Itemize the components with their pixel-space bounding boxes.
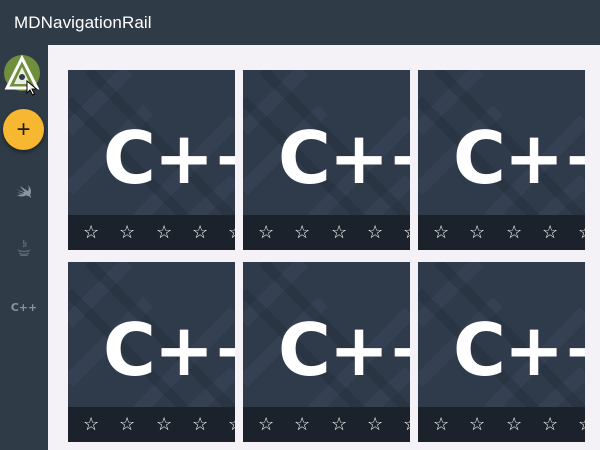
- card-logo-text: C++: [103, 116, 235, 200]
- star-icon[interactable]: ☆: [469, 222, 485, 242]
- card-logo-text: C++: [453, 308, 585, 392]
- star-icon[interactable]: ☆: [506, 414, 522, 434]
- rail-item-swift[interactable]: [10, 179, 38, 207]
- star-icon[interactable]: ☆: [331, 222, 347, 242]
- java-icon: [16, 239, 32, 262]
- star-icon[interactable]: ☆: [228, 414, 235, 434]
- swift-icon: [15, 183, 33, 204]
- app-title: MDNavigationRail: [14, 12, 152, 32]
- star-icon[interactable]: ☆: [403, 222, 410, 242]
- mouse-cursor-icon: [26, 79, 38, 96]
- add-fab-button[interactable]: +: [3, 109, 44, 150]
- cpp-card[interactable]: C++ ☆ ☆ ☆ ☆ ☆: [68, 262, 235, 442]
- rating-bar: ☆ ☆ ☆ ☆ ☆: [418, 407, 585, 442]
- content-area: C++☆☆☆☆☆C++☆☆☆☆☆C++☆☆☆☆☆C++☆☆☆☆☆C++☆☆☆☆☆…: [48, 45, 600, 450]
- star-icon[interactable]: ☆: [156, 414, 172, 434]
- card-logo-text: C++: [453, 116, 585, 200]
- rating-bar: ☆ ☆ ☆ ☆ ☆: [243, 407, 410, 442]
- star-icon[interactable]: ☆: [192, 414, 208, 434]
- card-logo-text: C++: [278, 116, 410, 200]
- star-icon[interactable]: ☆: [433, 222, 449, 242]
- rating-bar: ☆ ☆ ☆ ☆ ☆: [68, 215, 235, 250]
- star-icon[interactable]: ☆: [228, 222, 235, 242]
- cpp-icon: C++: [10, 300, 38, 314]
- rating-bar: ☆ ☆ ☆ ☆ ☆: [68, 407, 235, 442]
- card-logo: C++: [453, 122, 585, 194]
- star-icon[interactable]: ☆: [506, 222, 522, 242]
- star-icon[interactable]: ☆: [156, 222, 172, 242]
- star-icon[interactable]: ☆: [542, 222, 558, 242]
- star-icon[interactable]: ☆: [258, 222, 274, 242]
- star-icon[interactable]: ☆: [192, 222, 208, 242]
- cpp-card[interactable]: C++ ☆ ☆ ☆ ☆ ☆: [68, 70, 235, 250]
- star-icon[interactable]: ☆: [294, 414, 310, 434]
- card-logo: C++: [103, 122, 235, 194]
- card-logo: C++: [278, 314, 410, 386]
- card-logo: C++: [103, 314, 235, 386]
- star-icon[interactable]: ☆: [119, 414, 135, 434]
- card-logo-text: C++: [103, 308, 235, 392]
- cpp-card[interactable]: C++ ☆ ☆ ☆ ☆ ☆: [418, 70, 585, 250]
- star-icon[interactable]: ☆: [578, 222, 585, 242]
- navigation-rail: + C++: [0, 45, 48, 450]
- star-icon[interactable]: ☆: [469, 414, 485, 434]
- card-logo: C++: [453, 314, 585, 386]
- cpp-card[interactable]: C++ ☆ ☆ ☆ ☆ ☆: [243, 70, 410, 250]
- cpp-card[interactable]: C++ ☆ ☆ ☆ ☆ ☆: [243, 262, 410, 442]
- rating-bar: ☆ ☆ ☆ ☆ ☆: [243, 215, 410, 250]
- star-icon[interactable]: ☆: [83, 222, 99, 242]
- star-icon[interactable]: ☆: [367, 222, 383, 242]
- plus-icon: +: [16, 115, 31, 143]
- cpp-card[interactable]: C++ ☆ ☆ ☆ ☆ ☆: [418, 262, 585, 442]
- star-icon[interactable]: ☆: [83, 414, 99, 434]
- star-icon[interactable]: ☆: [258, 414, 274, 434]
- rating-bar: ☆ ☆ ☆ ☆ ☆: [418, 215, 585, 250]
- rail-item-java[interactable]: [10, 236, 38, 264]
- star-icon[interactable]: ☆: [542, 414, 558, 434]
- star-icon[interactable]: ☆: [119, 222, 135, 242]
- star-icon[interactable]: ☆: [403, 414, 410, 434]
- star-icon[interactable]: ☆: [578, 414, 585, 434]
- star-icon[interactable]: ☆: [331, 414, 347, 434]
- star-icon[interactable]: ☆: [294, 222, 310, 242]
- rail-item-cpp[interactable]: C++: [10, 293, 38, 321]
- toolbar: MDNavigationRail: [0, 0, 600, 45]
- card-logo-text: C++: [278, 308, 410, 392]
- star-icon[interactable]: ☆: [433, 414, 449, 434]
- card-logo: C++: [278, 122, 410, 194]
- star-icon[interactable]: ☆: [367, 414, 383, 434]
